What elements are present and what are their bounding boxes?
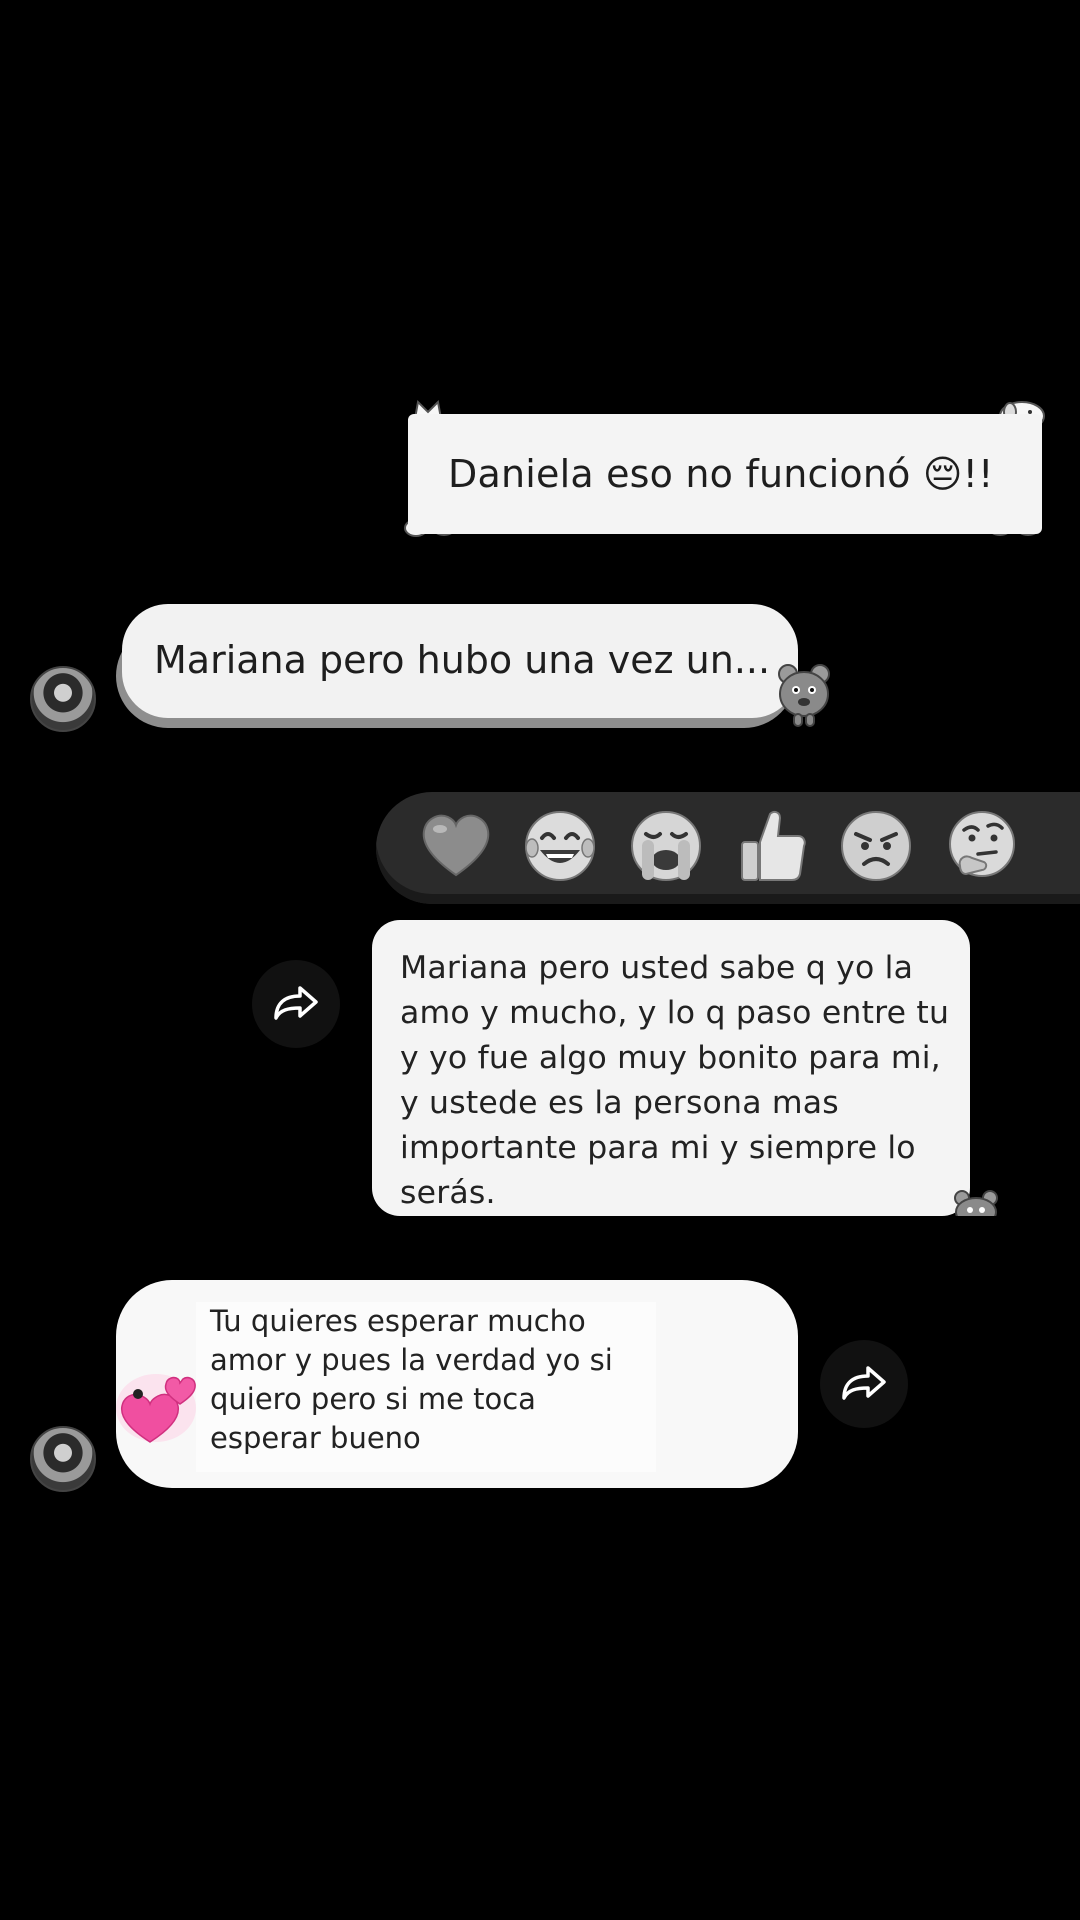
message-sent-2[interactable]: Mariana pero usted sabe q yo la amo y mu… [372, 920, 970, 1216]
reaction-bar [376, 792, 1080, 904]
reaction-thinking[interactable] [944, 808, 1020, 884]
reaction-laugh[interactable] [522, 808, 598, 884]
share-button[interactable] [252, 960, 340, 1048]
share-button[interactable] [820, 1340, 908, 1428]
message-received-1[interactable]: Mariana pero hubo una vez un... [122, 604, 798, 718]
laughing-tears-icon [525, 811, 595, 881]
message-received-2[interactable]: Tu quieres esperar mucho amor y pues la … [116, 1280, 798, 1488]
contact-avatar[interactable] [30, 1426, 96, 1492]
thinking-icon [949, 811, 1015, 877]
grey-heart-icon [422, 814, 490, 877]
message-text: Mariana pero hubo una vez un... [154, 638, 771, 682]
message-text: Tu quieres esperar mucho amor y pues la … [210, 1304, 613, 1455]
thumbs-up-icon [741, 810, 806, 881]
reaction-heart[interactable] [418, 808, 494, 884]
reaction-thumbs-up[interactable] [734, 808, 810, 884]
pink-hearts-icon [116, 1374, 196, 1443]
reaction-angry[interactable] [838, 808, 914, 884]
reaction-cry[interactable] [628, 808, 704, 884]
contact-avatar[interactable] [30, 666, 96, 732]
message-text: Daniela eso no funcionó 😔!! [448, 452, 994, 496]
crying-icon [631, 811, 701, 881]
share-arrow-icon [274, 986, 318, 1020]
message-bubble: Daniela eso no funcionó 😔!! [408, 414, 1042, 534]
message-sent-1[interactable]: Daniela eso no funcionó 😔!! [400, 392, 1050, 542]
message-text: Mariana pero usted sabe q yo la amo y mu… [400, 950, 950, 1211]
bear-sticker-icon [778, 664, 830, 727]
share-arrow-icon [842, 1366, 886, 1400]
bear-sticker-icon [954, 1190, 998, 1216]
angry-icon [841, 811, 911, 881]
